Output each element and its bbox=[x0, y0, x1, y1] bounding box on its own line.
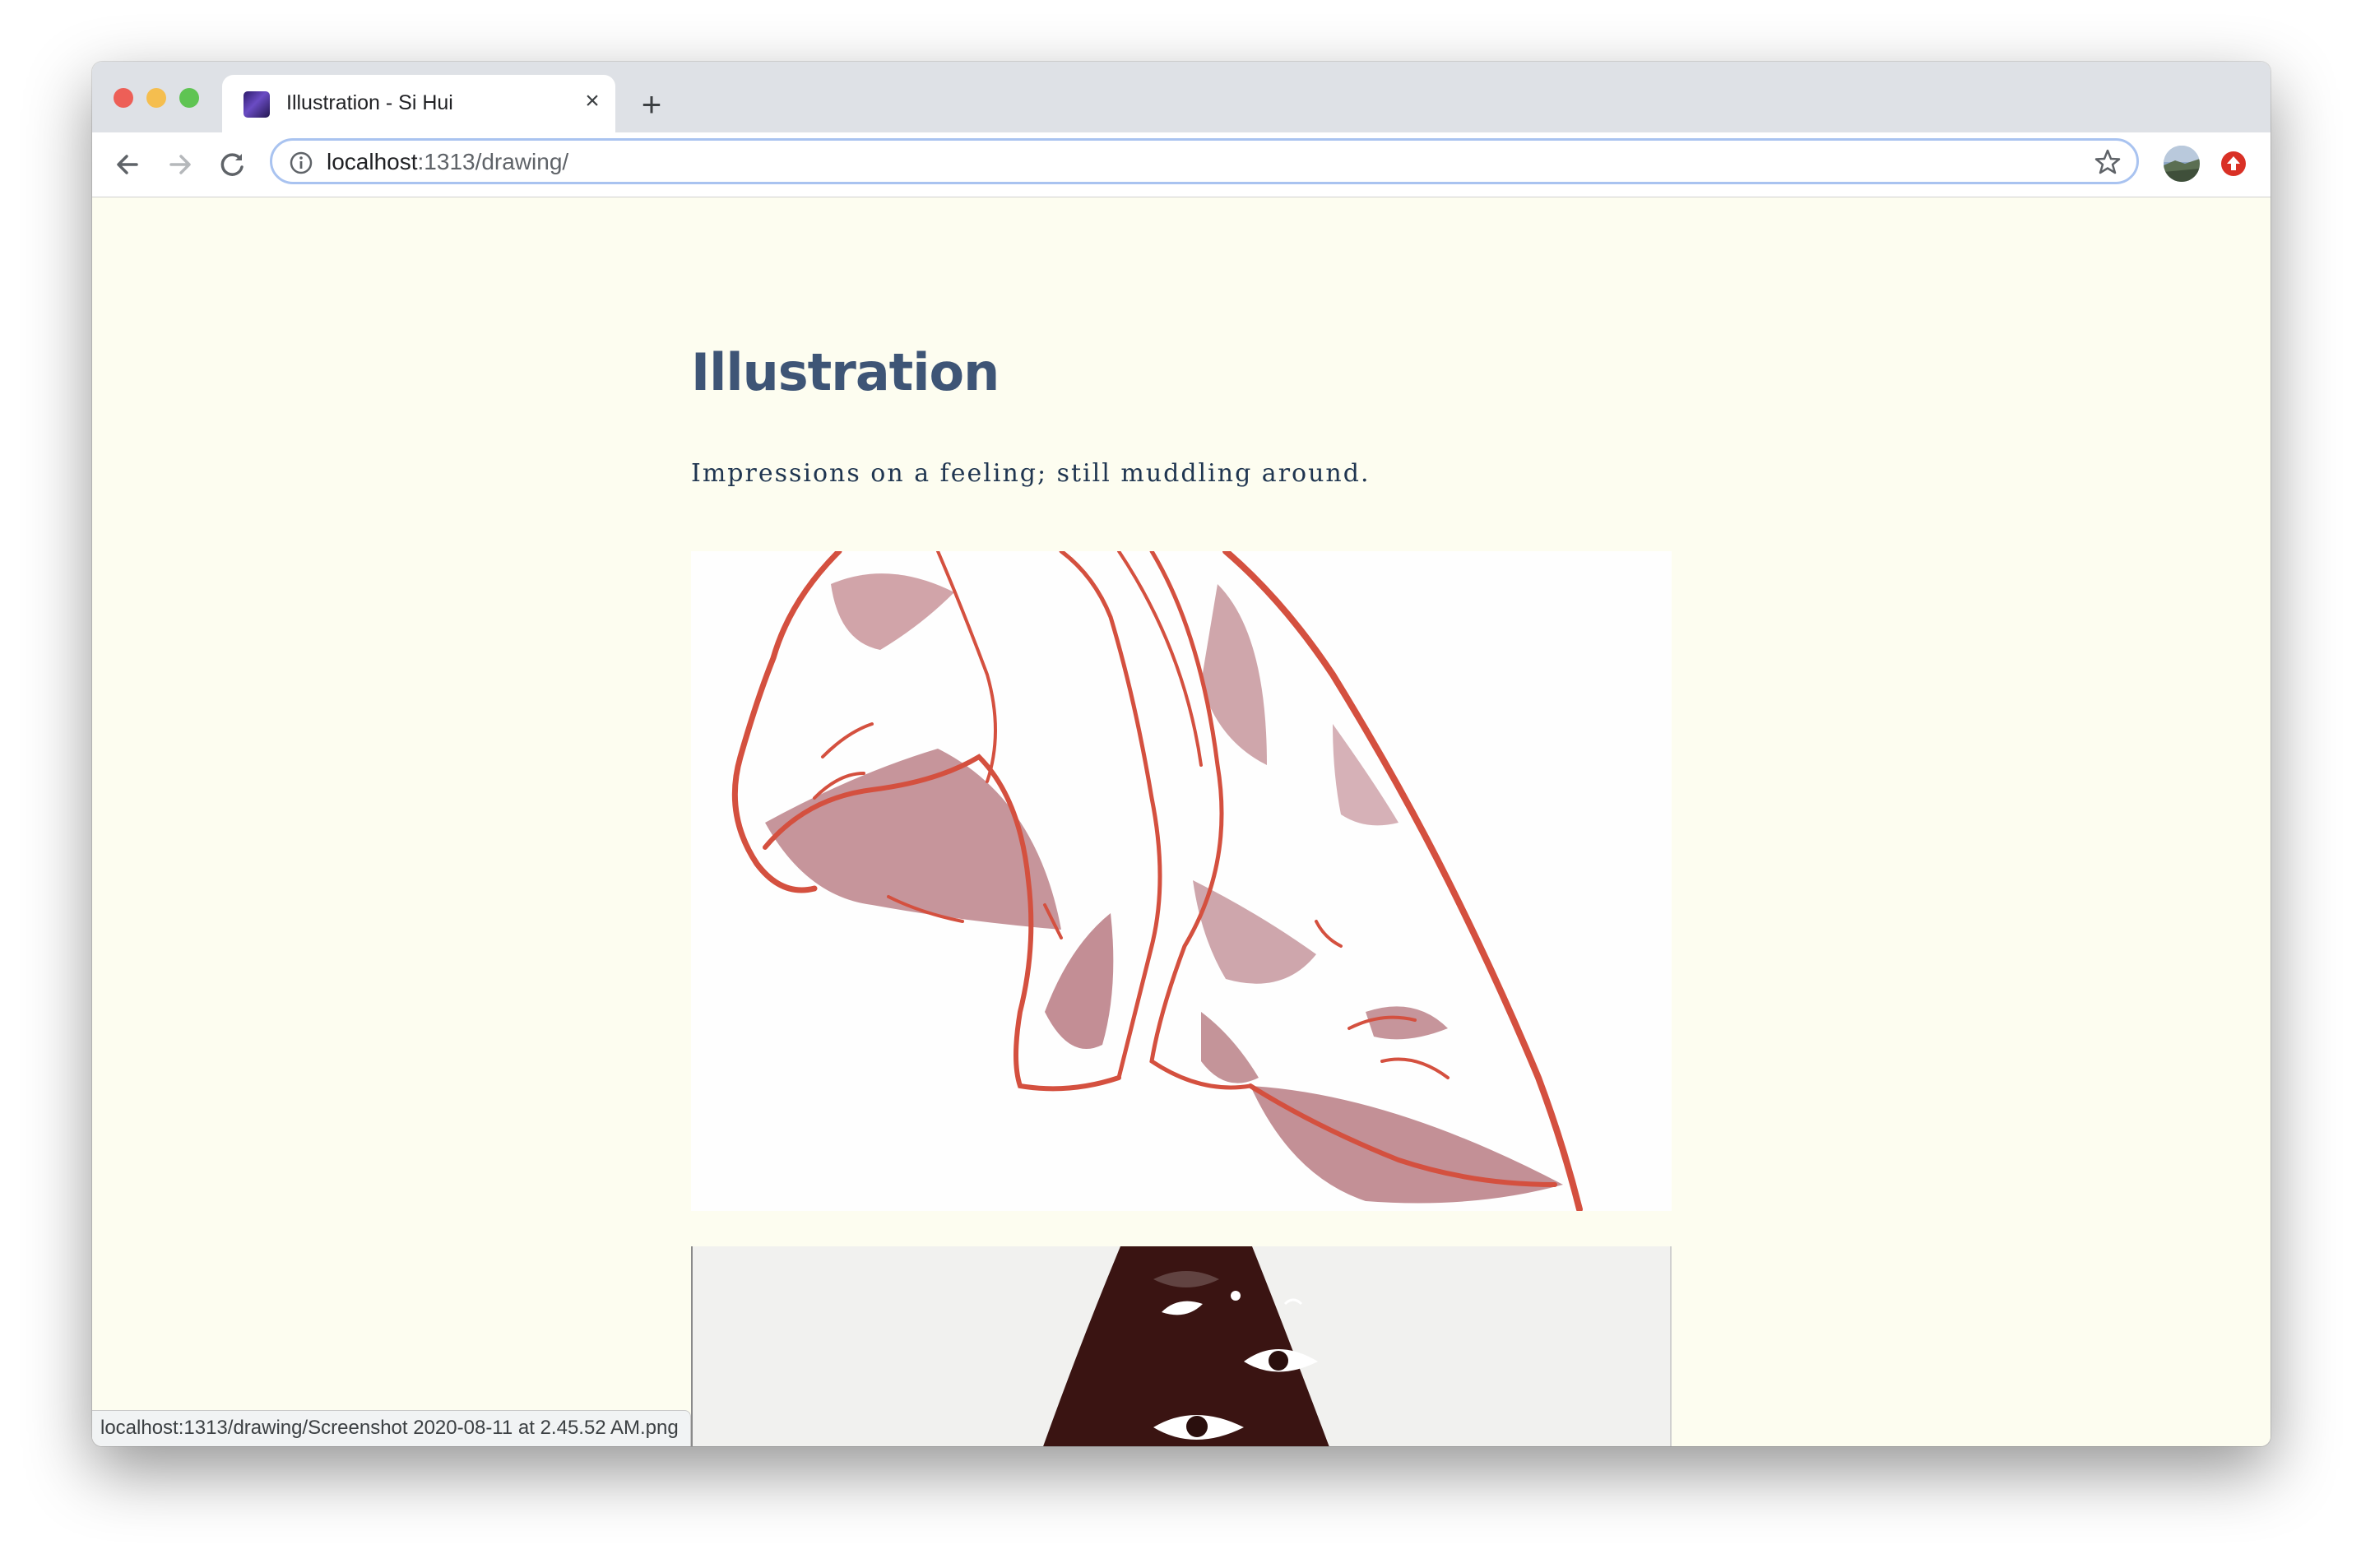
page-viewport: Illustration Impressions on a feeling; s… bbox=[92, 197, 2271, 1446]
red-upload-icon[interactable] bbox=[2220, 150, 2247, 178]
address-bar[interactable]: localhost:1313/drawing/ bbox=[270, 138, 2139, 184]
info-icon[interactable] bbox=[289, 151, 313, 175]
eyes-figure-image bbox=[693, 1246, 1670, 1446]
url-host: localhost bbox=[327, 149, 418, 174]
tab-strip: Illustration - Si Hui × + bbox=[92, 62, 2271, 132]
dark-figure-with-eyes-drawing[interactable] bbox=[691, 1246, 1672, 1446]
tab-close-icon[interactable]: × bbox=[577, 86, 607, 116]
galaxy-favicon-icon bbox=[244, 91, 270, 118]
window-minimize-button[interactable] bbox=[146, 88, 166, 108]
nose-drawing-image bbox=[691, 551, 1672, 1211]
tab-title: Illustration - Si Hui bbox=[286, 91, 453, 114]
url-text[interactable]: localhost:1313/drawing/ bbox=[327, 149, 568, 175]
window-maximize-button[interactable] bbox=[179, 88, 199, 108]
browser-toolbar: localhost:1313/drawing/ bbox=[92, 132, 2271, 197]
browser-tab[interactable]: Illustration - Si Hui × bbox=[222, 75, 615, 132]
reload-icon[interactable] bbox=[214, 146, 252, 183]
arrow-right-icon[interactable] bbox=[161, 146, 199, 183]
status-bar: localhost:1313/drawing/Screenshot 2020-0… bbox=[92, 1410, 691, 1446]
arrow-left-icon[interactable] bbox=[109, 146, 146, 183]
window-close-button[interactable] bbox=[114, 88, 133, 108]
red-ink-nose-drawing[interactable] bbox=[691, 551, 1672, 1211]
browser-window: Illustration - Si Hui × + localhost:1313… bbox=[92, 62, 2271, 1446]
new-tab-button[interactable]: + bbox=[633, 86, 670, 123]
page-title: Illustration bbox=[691, 342, 1000, 402]
url-path: :1313/drawing/ bbox=[417, 149, 569, 174]
landscape-avatar-icon bbox=[2164, 146, 2200, 182]
star-icon[interactable] bbox=[2094, 148, 2122, 176]
page-subtitle: Impressions on a feeling; still muddling… bbox=[691, 459, 1371, 488]
profile-avatar[interactable] bbox=[2164, 146, 2200, 182]
